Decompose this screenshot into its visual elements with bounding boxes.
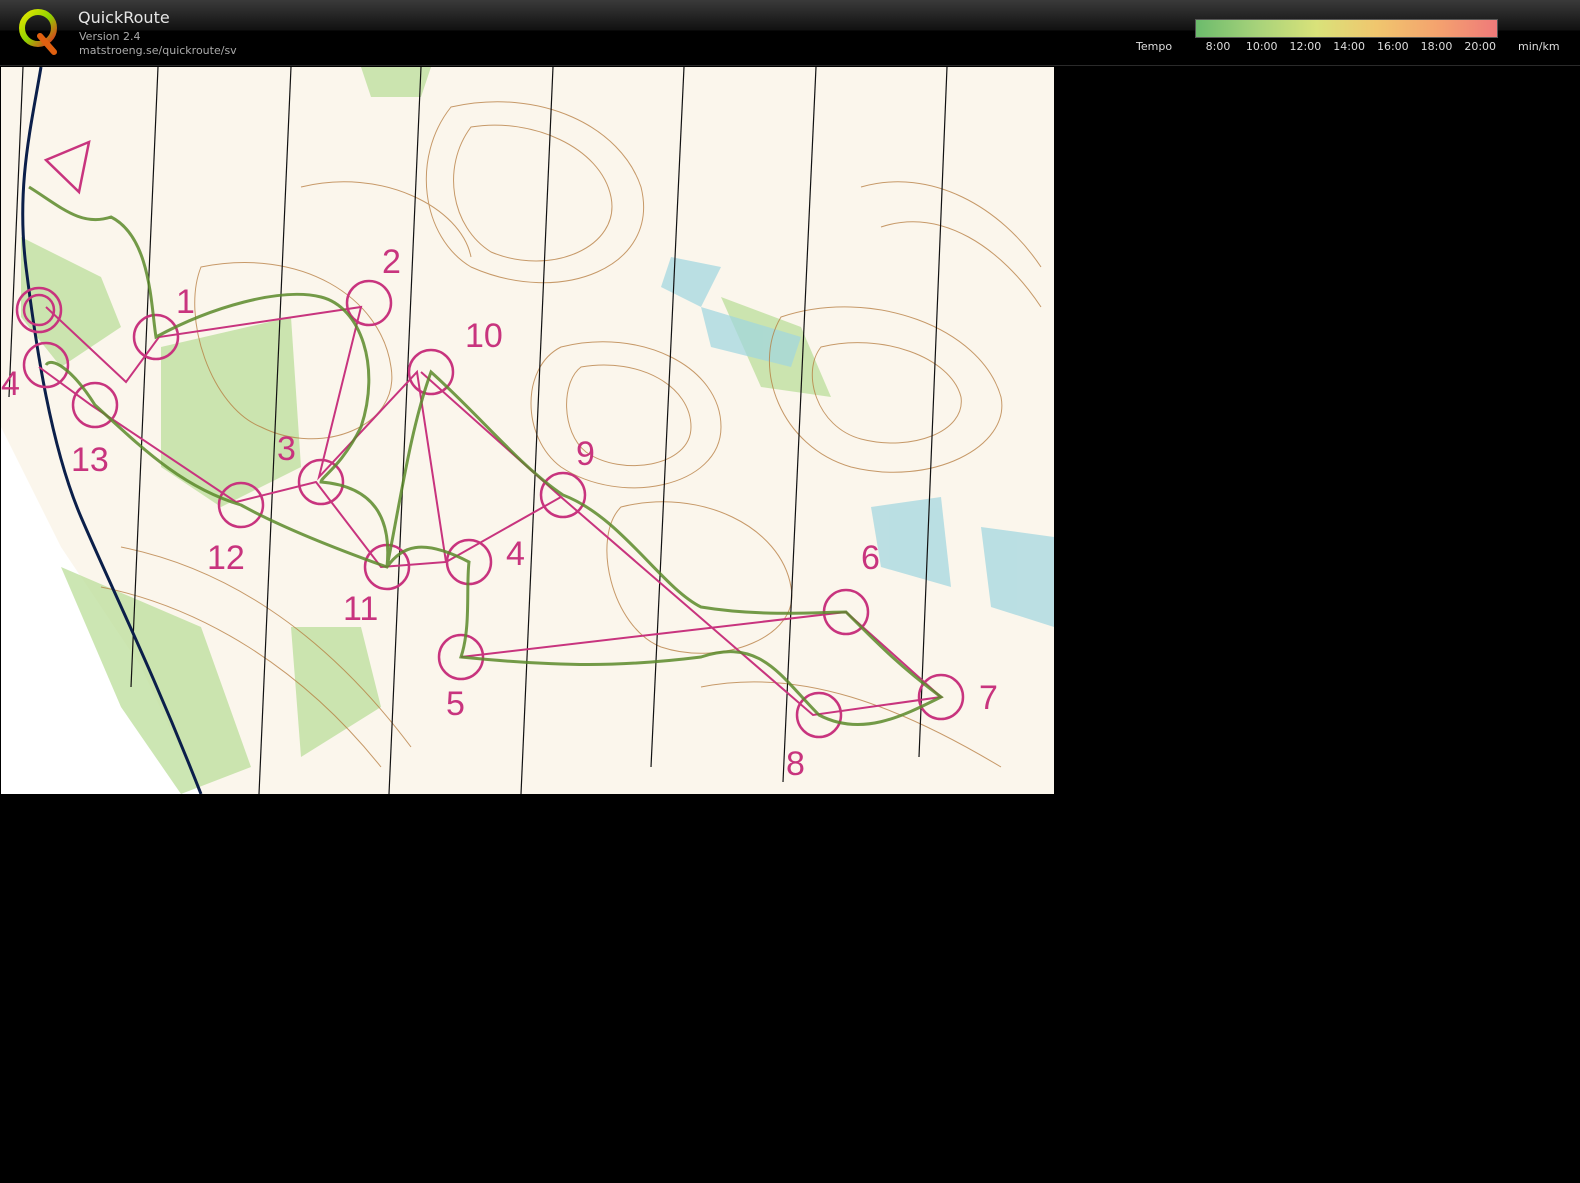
control-label: 6 <box>861 539 880 577</box>
control-label: 11 <box>343 590 378 628</box>
orienteering-map[interactable]: 1 2 3 4 5 6 7 8 9 10 11 12 13 4 <box>1 67 1054 794</box>
tempo-tick: 12:00 <box>1289 40 1322 53</box>
control-label: 5 <box>446 685 465 723</box>
tempo-gradient-bar <box>1195 19 1498 38</box>
tempo-tick: 20:00 <box>1464 40 1497 53</box>
control-label: 13 <box>71 441 109 479</box>
control-label: 9 <box>576 435 595 473</box>
tempo-tick: 14:00 <box>1333 40 1365 53</box>
control-label: 4 <box>1 365 20 403</box>
control-label: 1 <box>176 283 195 321</box>
tempo-tick: 16:00 <box>1376 40 1409 53</box>
control-label: 4 <box>506 535 525 573</box>
control-label: 10 <box>465 317 503 355</box>
control-label: 12 <box>207 539 245 577</box>
app-url-link[interactable]: matstroeng.se/quickroute/sv <box>79 44 237 57</box>
control-label: 3 <box>277 430 296 468</box>
app-version: Version 2.4 <box>79 30 141 43</box>
quickroute-logo-icon <box>19 9 57 55</box>
control-label: 2 <box>382 243 401 281</box>
tempo-unit: min/km <box>1518 40 1560 53</box>
tempo-tick: 8:00 <box>1205 40 1231 53</box>
app-header: QuickRoute Version 2.4 matstroeng.se/qui… <box>0 0 1580 66</box>
control-label: 7 <box>979 679 998 717</box>
control-label: 8 <box>786 745 805 783</box>
tempo-tick: 10:00 <box>1245 40 1278 53</box>
tempo-tick: 18:00 <box>1420 40 1453 53</box>
tempo-label: Tempo <box>1136 40 1173 53</box>
app-title: QuickRoute <box>78 8 170 27</box>
